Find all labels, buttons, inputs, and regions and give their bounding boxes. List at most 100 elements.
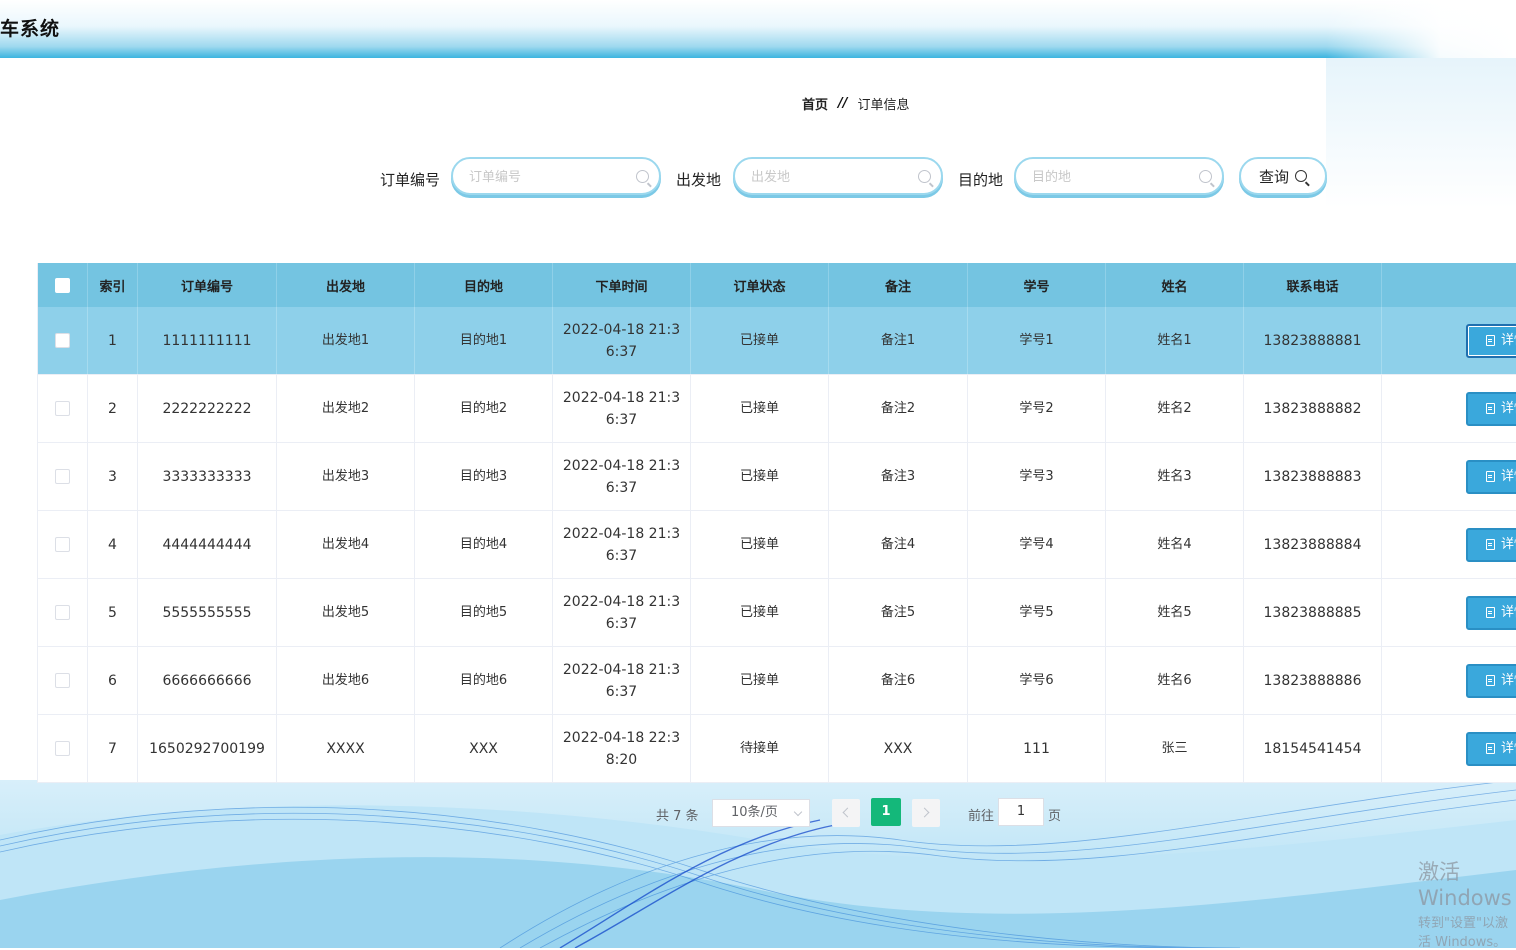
document-icon — [1486, 335, 1495, 346]
search-icon — [1295, 170, 1307, 182]
order-no-cell: 1650292700199 — [138, 715, 277, 783]
row-checkbox[interactable] — [55, 673, 70, 688]
name-cell: 姓名6 — [1106, 647, 1244, 715]
destination-cell: 目的地6 — [415, 647, 553, 715]
status-cell: 已接单 — [691, 579, 829, 647]
search-icon — [1199, 170, 1212, 183]
row-checkbox[interactable] — [55, 333, 70, 348]
remark-cell: 备注5 — [829, 579, 968, 647]
order-no-cell: 5555555555 — [138, 579, 277, 647]
index-cell: 6 — [88, 647, 138, 715]
status-cell: 已接单 — [691, 511, 829, 579]
breadcrumb-separator: // — [838, 96, 848, 111]
page-number-current[interactable]: 1 — [871, 798, 901, 826]
phone-cell: 13823888883 — [1244, 443, 1382, 511]
status-cell: 待接单 — [691, 715, 829, 783]
row-checkbox[interactable] — [55, 401, 70, 416]
detail-button[interactable]: 详情 — [1466, 460, 1516, 494]
phone-cell: 13823888882 — [1244, 375, 1382, 443]
student-no-cell: 学号6 — [968, 647, 1106, 715]
order-time-cell: 2022-04-18 22:38:20 — [553, 715, 691, 783]
destination-cell: XXX — [415, 715, 553, 783]
order-no-field[interactable] — [451, 157, 661, 195]
destination-input[interactable] — [1030, 169, 1194, 186]
origin-cell: 出发地4 — [277, 511, 415, 579]
prev-page-button[interactable] — [832, 799, 860, 827]
destination-cell: 目的地2 — [415, 375, 553, 443]
table-row[interactable]: 2 2222222222 出发地2 目的地2 2022-04-18 21:36:… — [38, 375, 1516, 443]
origin-input[interactable] — [749, 169, 913, 186]
search-icon — [918, 170, 931, 183]
origin-cell: 出发地5 — [277, 579, 415, 647]
breadcrumb-home[interactable]: 首页 — [802, 94, 828, 113]
index-cell: 7 — [88, 715, 138, 783]
table-row[interactable]: 7 1650292700199 XXXX XXX 2022-04-18 22:3… — [38, 715, 1516, 783]
row-checkbox[interactable] — [55, 605, 70, 620]
row-checkbox[interactable] — [55, 741, 70, 756]
index-cell: 1 — [88, 307, 138, 375]
order-no-cell: 1111111111 — [138, 307, 277, 375]
query-button-label: 查询 — [1259, 166, 1289, 187]
order-time-cell: 2022-04-18 21:36:37 — [553, 443, 691, 511]
column-header: 联系电话 — [1244, 263, 1382, 307]
status-cell: 已接单 — [691, 307, 829, 375]
order-time-cell: 2022-04-18 21:36:37 — [553, 647, 691, 715]
table-row[interactable]: 4 4444444444 出发地4 目的地4 2022-04-18 21:36:… — [38, 511, 1516, 579]
document-icon — [1486, 471, 1495, 482]
row-checkbox[interactable] — [55, 537, 70, 552]
goto-page-input[interactable]: 1 — [998, 798, 1044, 826]
name-cell: 姓名4 — [1106, 511, 1244, 579]
student-no-cell: 111 — [968, 715, 1106, 783]
index-cell: 5 — [88, 579, 138, 647]
name-cell: 姓名5 — [1106, 579, 1244, 647]
index-cell: 3 — [88, 443, 138, 511]
column-header: 学号 — [968, 263, 1106, 307]
order-no-cell: 4444444444 — [138, 511, 277, 579]
detail-button[interactable]: 详情 — [1466, 664, 1516, 698]
status-cell: 已接单 — [691, 647, 829, 715]
detail-button[interactable]: 详情 — [1466, 392, 1516, 426]
query-button[interactable]: 查询 — [1239, 157, 1327, 195]
chevron-left-icon — [843, 808, 853, 818]
status-cell: 已接单 — [691, 375, 829, 443]
chevron-down-icon — [794, 808, 802, 816]
remark-cell: 备注4 — [829, 511, 968, 579]
chevron-right-icon — [920, 808, 930, 818]
detail-button[interactable]: 详情 — [1466, 732, 1516, 766]
destination-field[interactable] — [1014, 157, 1224, 195]
order-no-cell: 2222222222 — [138, 375, 277, 443]
destination-cell: 目的地4 — [415, 511, 553, 579]
phone-cell: 13823888885 — [1244, 579, 1382, 647]
table-row[interactable]: 3 3333333333 出发地3 目的地3 2022-04-18 21:36:… — [38, 443, 1516, 511]
origin-label: 出发地 — [676, 169, 721, 190]
select-all-checkbox[interactable] — [55, 278, 70, 293]
detail-button[interactable]: 详情 — [1466, 528, 1516, 562]
detail-button[interactable]: 详情 — [1466, 596, 1516, 630]
page-size-select[interactable]: 10条/页 — [712, 799, 810, 827]
order-no-label: 订单编号 — [380, 169, 440, 190]
detail-button[interactable]: 详情 — [1466, 324, 1516, 358]
next-page-button[interactable] — [912, 799, 940, 827]
document-icon — [1486, 743, 1495, 754]
table-row[interactable]: 6 6666666666 出发地6 目的地6 2022-04-18 21:36:… — [38, 647, 1516, 715]
column-header: 目的地 — [415, 263, 553, 307]
origin-field[interactable] — [733, 157, 943, 195]
phone-cell: 13823888884 — [1244, 511, 1382, 579]
column-header: 索引 — [88, 263, 138, 307]
total-count: 共 7 条 — [656, 805, 699, 824]
phone-cell: 18154541454 — [1244, 715, 1382, 783]
order-no-cell: 3333333333 — [138, 443, 277, 511]
destination-cell: 目的地1 — [415, 307, 553, 375]
document-icon — [1486, 539, 1495, 550]
student-no-cell: 学号3 — [968, 443, 1106, 511]
row-checkbox[interactable] — [55, 469, 70, 484]
origin-cell: 出发地3 — [277, 443, 415, 511]
origin-cell: 出发地6 — [277, 647, 415, 715]
search-icon — [636, 170, 649, 183]
order-no-input[interactable] — [467, 169, 631, 186]
select-all-cell — [38, 263, 88, 307]
table-row[interactable]: 1 1111111111 出发地1 目的地1 2022-04-18 21:36:… — [38, 307, 1516, 375]
column-header: 订单编号 — [138, 263, 277, 307]
name-cell: 张三 — [1106, 715, 1244, 783]
table-row[interactable]: 5 5555555555 出发地5 目的地5 2022-04-18 21:36:… — [38, 579, 1516, 647]
